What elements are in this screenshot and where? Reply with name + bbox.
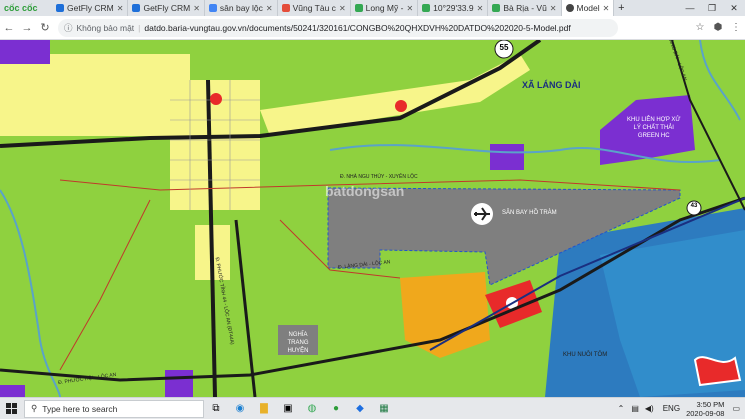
road-nha-ngu-label: Đ. NHÀ NGU THỦY - XUYÊN LỘC <box>340 174 418 180</box>
pdf-icon <box>565 4 574 12</box>
planning-map <box>0 40 745 397</box>
watermark: batdongsan <box>325 183 405 199</box>
maximize-icon[interactable]: ❐ <box>701 3 723 14</box>
tab-label: GetFly CRM <box>67 3 114 13</box>
maps-icon <box>492 4 501 12</box>
close-icon[interactable]: ✕ <box>117 4 124 13</box>
edge-icon[interactable]: ◉ <box>228 398 252 420</box>
excel-icon[interactable]: ▦ <box>372 398 396 420</box>
url-text: datdo.baria-vungtau.gov.vn/documents/502… <box>144 22 571 33</box>
task-view-icon[interactable]: ⧉ <box>204 398 228 420</box>
notification-icon[interactable]: ▭ <box>732 404 740 413</box>
coccoc-logo[interactable]: cốc cốc <box>0 0 52 16</box>
road-55-label: 55 <box>499 43 509 52</box>
road-43-label: 43 <box>690 203 698 209</box>
window-controls: — ❐ ✕ <box>679 3 745 14</box>
separator: | <box>138 22 141 33</box>
tab-label: 10°29'33.9 <box>433 3 474 13</box>
minimize-icon[interactable]: — <box>679 3 701 14</box>
close-icon[interactable]: ✕ <box>406 4 413 13</box>
tab-getfly-2[interactable]: GetFly CRM ✕ <box>128 0 205 16</box>
search-placeholder: Type here to search <box>42 403 118 414</box>
close-icon[interactable]: ✕ <box>477 4 484 13</box>
insecure-label: Không bảo mật <box>76 22 135 33</box>
getfly-icon <box>56 4 64 12</box>
close-icon[interactable]: ✕ <box>266 4 273 13</box>
industrial-topleft <box>0 40 50 64</box>
info-icon[interactable]: ⓘ <box>64 22 73 34</box>
industrial-small <box>490 144 524 170</box>
chrome-icon[interactable]: ◍ <box>300 398 324 420</box>
tab-vung-tau[interactable]: Vũng Tàu c ✕ <box>278 0 351 16</box>
address-bar: ← → ↻ ⓘ Không bảo mật | datdo.baria-vung… <box>0 16 745 40</box>
maps-icon <box>354 4 363 12</box>
language-indicator[interactable]: ENG <box>663 404 680 413</box>
new-tab-button[interactable]: + <box>614 2 628 14</box>
clock-date: 2020-09-08 <box>686 408 725 418</box>
network-icon[interactable]: ▤ <box>631 404 639 413</box>
page-icon <box>281 4 290 12</box>
tab-long-my[interactable]: Long Mỹ - ✕ <box>351 0 419 16</box>
extension-icon[interactable]: ⬢ <box>709 22 727 33</box>
close-window-icon[interactable]: ✕ <box>723 3 745 14</box>
tab-model[interactable]: Model ✕ <box>561 0 615 16</box>
toolbar-icons: ☆ ⬢ ⋮ <box>691 22 745 33</box>
clock[interactable]: 3:50 PM 2020-09-08 <box>686 400 724 418</box>
system-tray: ⌃ ▤ ◀) ENG 3:50 PM 2020-09-08 ▭ <box>614 400 745 418</box>
store-icon[interactable]: ▣ <box>276 398 300 420</box>
pdf-map-view[interactable]: 55 43 XÃ LÁNG DÀI KHU LIÊN HỢP XỬ LÝ CHẤT… <box>0 40 745 397</box>
cemetery-label: NGHĨA TRANG HUYỆN <box>287 332 309 354</box>
location-marker-1 <box>210 93 222 105</box>
tab-label: Long Mỹ - <box>365 3 404 13</box>
industrial-bottomleft <box>0 385 25 397</box>
getfly-icon <box>132 4 141 12</box>
browser-tab-bar: cốc cốc GetFly CRM ✕ GetFly CRM ✕ sân bay … <box>0 0 745 16</box>
tab-label: Bà Rịa - Vũ <box>503 3 547 13</box>
tab-getfly-1[interactable]: GetFly CRM ✕ <box>52 0 129 16</box>
search-icon: ⚲ <box>31 403 38 413</box>
shrimp-farm-icon <box>693 356 742 387</box>
tab-ba-ria[interactable]: Bà Rịa - Vũ ✕ <box>488 0 562 16</box>
taskbar-search-field[interactable]: ⚲ Type here to search <box>24 399 204 418</box>
close-icon[interactable]: ✕ <box>193 4 200 13</box>
location-marker-2 <box>395 100 407 112</box>
menu-icon[interactable]: ⋮ <box>727 22 745 33</box>
clock-time: 3:50 PM <box>696 399 725 409</box>
waste-zone-label: KHU LIÊN HỢP XỬ LÝ CHẤT THẢI GREEN HC <box>627 117 681 139</box>
chevron-up-icon[interactable]: ⌃ <box>618 404 625 413</box>
url-field[interactable]: ⓘ Không bảo mật | datdo.baria-vungtau.go… <box>58 18 618 37</box>
close-icon[interactable]: ✕ <box>603 4 610 13</box>
file-explorer-icon[interactable]: ▇ <box>252 398 276 420</box>
reload-icon[interactable]: ↻ <box>36 21 54 34</box>
shrimp-farm-label: KHU NUÔI TÔM <box>563 352 608 358</box>
windows-taskbar: ⚲ Type here to search ⧉ ◉ ▇ ▣ ◍ ● ◆ ▦ ⌃ … <box>0 397 745 419</box>
back-icon[interactable]: ← <box>0 22 18 34</box>
windows-start-icon[interactable] <box>0 398 24 420</box>
tab-google-search[interactable]: sân bay lộc ✕ <box>205 0 278 16</box>
commune-label: XÃ LÁNG DÀI <box>522 80 581 90</box>
zalo-icon[interactable]: ◆ <box>348 398 372 420</box>
tab-label: GetFly CRM <box>143 3 191 13</box>
tab-coordinates[interactable]: 10°29'33.9 ✕ <box>418 0 489 16</box>
google-icon <box>208 4 217 12</box>
tab-label: sân bay lộc <box>219 3 263 13</box>
urban-zone-left <box>0 54 190 136</box>
airport-label: SÂN BAY HỒ TRÀM <box>502 210 557 216</box>
tab-label: Vũng Tàu c <box>292 3 336 13</box>
coccoc-taskbar-icon[interactable]: ● <box>324 398 348 420</box>
maps-icon <box>422 4 431 12</box>
close-icon[interactable]: ✕ <box>550 4 557 13</box>
forward-icon[interactable]: → <box>18 22 36 34</box>
tab-label: Model <box>576 3 600 13</box>
volume-icon[interactable]: ◀) <box>645 404 654 413</box>
star-icon[interactable]: ☆ <box>691 22 709 33</box>
industrial-bottom <box>165 370 193 397</box>
close-icon[interactable]: ✕ <box>339 4 346 13</box>
